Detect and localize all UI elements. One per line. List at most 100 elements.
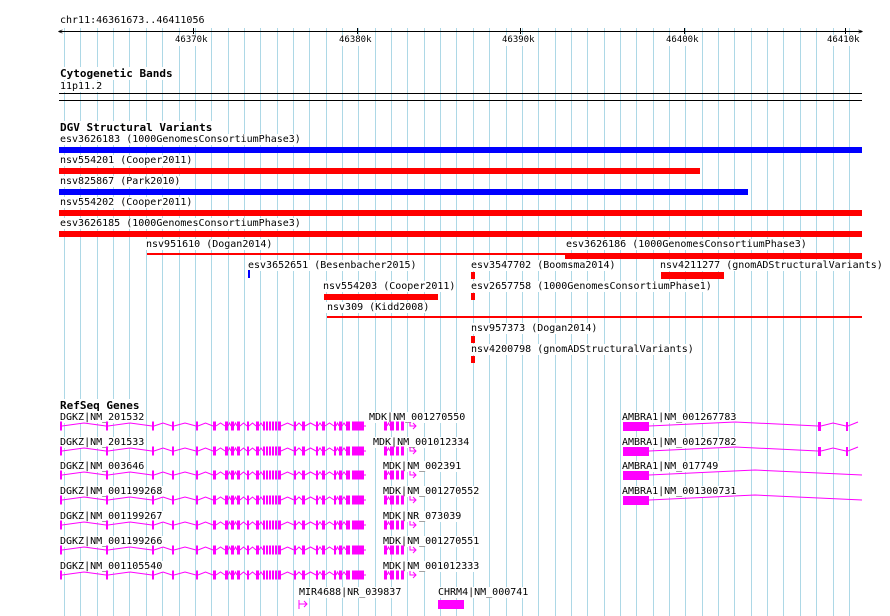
grid-line	[309, 28, 311, 616]
track-divider	[59, 100, 862, 101]
dgv-feature-label: nsv554203 (Cooper2011)	[322, 281, 457, 292]
grid-line	[325, 28, 327, 616]
dgv-feature-bar[interactable]	[471, 356, 475, 363]
grid-line	[570, 28, 572, 616]
gene-label: MDK|NM_001270550	[368, 412, 467, 423]
grid-line	[767, 28, 769, 616]
dgv-feature-label: esv3626186 (1000GenomesConsortiumPhase3)	[565, 239, 808, 250]
gene-label: MIR4688|NR_039837	[298, 587, 403, 598]
grid-line	[129, 28, 131, 616]
gene-label: AMBRA1|NM_001300731	[621, 486, 738, 497]
grid-line	[619, 28, 621, 616]
dgv-feature-label: nsv309 (Kidd2008)	[326, 302, 431, 313]
grid-line	[243, 28, 245, 616]
grid-line	[636, 28, 638, 616]
dgv-feature-label: esv3626183 (1000GenomesConsortiumPhase3)	[59, 134, 302, 145]
grid-line	[80, 28, 82, 616]
grid-line	[799, 28, 801, 616]
grid-line	[832, 28, 834, 616]
dgv-feature-bar[interactable]	[471, 272, 475, 279]
gene-label: DGKZ|NM_001199268	[59, 486, 164, 497]
dgv-feature-label: esv2657758 (1000GenomesConsortiumPhase1)	[470, 281, 713, 292]
dgv-feature-bar[interactable]	[248, 270, 250, 278]
grid-line	[603, 28, 605, 616]
grid-line	[260, 28, 262, 616]
dgv-feature-label: nsv951610 (Dogan2014)	[145, 239, 274, 250]
grid-line	[587, 28, 589, 616]
grid-line	[538, 28, 540, 616]
grid-line	[456, 28, 458, 616]
gene-label: MDK|NM_001012334	[372, 437, 471, 448]
ruler-tick	[357, 28, 358, 34]
grid-line	[113, 28, 115, 616]
dgv-feature-bar[interactable]	[471, 336, 475, 343]
grid-line	[701, 28, 703, 616]
grid-line	[374, 28, 376, 616]
gene-label: CHRM4|NM_000741	[437, 587, 530, 598]
grid-line	[669, 28, 670, 616]
grid-line	[472, 28, 474, 616]
gene-label: AMBRA1|NM_001267783	[621, 412, 738, 423]
ruler-tick	[193, 28, 194, 34]
grid-line	[227, 28, 229, 616]
grid-line	[407, 28, 409, 616]
dgv-feature-bar[interactable]	[471, 293, 475, 300]
ruler-tick	[684, 28, 685, 34]
dgv-feature-bar[interactable]	[59, 231, 862, 237]
ruler-tick	[845, 28, 846, 34]
dgv-feature-bar[interactable]	[147, 253, 565, 255]
gene-label: MDK|NM_001012333	[382, 561, 481, 572]
dgv-feature-bar[interactable]	[324, 294, 438, 300]
grid-line	[440, 28, 442, 616]
dgv-feature-label: esv3652651 (Besenbacher2015)	[247, 260, 418, 271]
grid-line	[96, 28, 98, 616]
dgv-feature-bar[interactable]	[59, 189, 748, 195]
dgv-feature-bar[interactable]	[59, 168, 700, 174]
grid-line	[505, 28, 507, 616]
ruler-tick-label: 46400k	[665, 35, 700, 46]
grid-line	[64, 28, 65, 616]
grid-line	[194, 28, 196, 616]
gene-label: AMBRA1|NM_001267782	[621, 437, 738, 448]
grid-line	[554, 28, 556, 616]
ruler-tick-label: 46370k	[174, 35, 209, 46]
cyto-track-title: Cytogenetic Bands	[59, 67, 174, 80]
cyto-band-label: 11p11.2	[59, 81, 104, 92]
dgv-feature-label: esv3547702 (Boomsma2014)	[470, 260, 617, 271]
ruler-tick-label: 46380k	[338, 35, 373, 46]
dgv-feature-label: nsv957373 (Dogan2014)	[470, 323, 599, 334]
grid-line	[211, 28, 213, 616]
gene-label: DGKZ|NM_201533	[59, 437, 146, 448]
grid-line	[848, 28, 850, 616]
cyto-band-bar	[59, 93, 862, 94]
gene-label: DGKZ|NM_001199267	[59, 511, 164, 522]
dgv-feature-label: nsv4200798 (gnomADStructuralVariants)	[470, 344, 695, 355]
dgv-feature-bar[interactable]	[327, 316, 862, 318]
grid-line	[734, 28, 736, 616]
gene-label: AMBRA1|NM_017749	[621, 461, 720, 472]
grid-line	[816, 28, 818, 616]
dgv-feature-label: nsv554202 (Cooper2011)	[59, 197, 194, 208]
gene-label: MDK|NR_073039	[382, 511, 463, 522]
ruler-tick-label: 46410k	[826, 35, 861, 46]
dgv-feature-bar[interactable]	[565, 253, 862, 259]
dgv-feature-label: nsv825867 (Park2010)	[59, 176, 182, 187]
grid-line	[162, 28, 164, 616]
dgv-feature-label: esv3626185 (1000GenomesConsortiumPhase3)	[59, 218, 302, 229]
grid-line	[783, 28, 785, 616]
gene-label: DGKZ|NM_001105540	[59, 561, 164, 572]
grid-line	[685, 28, 687, 616]
dgv-feature-bar[interactable]	[59, 210, 862, 216]
grid-line	[342, 28, 343, 616]
dgv-track-title: DGV Structural Variants	[59, 121, 214, 134]
gene-label: DGKZ|NM_201532	[59, 412, 146, 423]
dgv-feature-bar[interactable]	[59, 147, 862, 153]
dgv-feature-label: nsv554201 (Cooper2011)	[59, 155, 194, 166]
dgv-feature-bar[interactable]	[661, 272, 724, 279]
gene-label: MDK|NM_001270551	[382, 536, 481, 547]
gene-label: MDK|NM_001270552	[382, 486, 481, 497]
gene-label: DGKZ|NM_001199266	[59, 536, 164, 547]
grid-line	[652, 28, 654, 616]
gene-label: DGKZ|NM_003646	[59, 461, 146, 472]
grid-line	[718, 28, 719, 616]
